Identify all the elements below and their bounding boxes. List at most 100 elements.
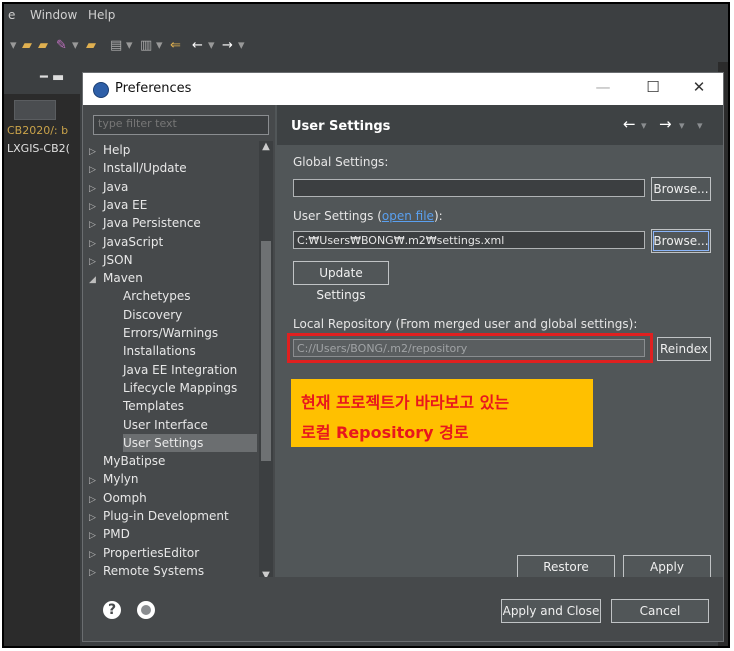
main-toolbar: ▾ ▰ ▰ ✎ ▾ ▰ ▤ ▾ ▥ ▾ ⇐ ← ▾ → ▾ <box>4 28 728 62</box>
minimize-button[interactable]: — <box>593 78 613 96</box>
tree-item[interactable]: Java EE Integration <box>123 361 257 379</box>
preference-page: User Settings ← ▾ → ▾ ▾ Global Settings:… <box>277 105 723 596</box>
toolbar-dropdown-icon[interactable]: ▾ <box>156 38 163 53</box>
collapsed-arrow-icon[interactable]: ▷ <box>89 198 103 216</box>
folder-icon[interactable]: ▰ <box>86 38 96 53</box>
preferences-tree-panel: type filter text ▷ Help ▷ Install/Update ▷ Ja… <box>83 105 275 581</box>
collapsed-arrow-icon[interactable]: ▷ <box>89 491 103 509</box>
collapsed-arrow-icon[interactable]: ▷ <box>89 235 103 253</box>
toolbar-dropdown-icon[interactable]: ▾ <box>238 38 245 53</box>
tree-item[interactable]: ▷ Install/Update <box>89 159 257 177</box>
tree-item-label: MyBatipse <box>103 454 166 469</box>
tree-item[interactable]: ▷ Java EE <box>89 196 257 214</box>
tree-item-label: Archetypes <box>123 289 191 304</box>
chevron-down-icon[interactable]: ▾ <box>641 119 647 132</box>
collapsed-arrow-icon[interactable]: ▷ <box>89 253 103 271</box>
project-item[interactable]: CB2020/: b <box>7 124 77 137</box>
tree-item[interactable]: ▷ PMD <box>89 525 257 543</box>
tree-item[interactable]: ▷ Java Persistence <box>89 214 257 232</box>
edit-icon[interactable]: ▤ <box>110 38 122 53</box>
restore-defaults-button[interactable]: Restore Defaults <box>517 555 615 596</box>
collapsed-arrow-icon[interactable]: ▷ <box>89 143 103 161</box>
tree-item-label: JavaScript <box>103 234 164 249</box>
page-header: User Settings ← ▾ → ▾ ▾ <box>277 105 723 145</box>
maximize-button[interactable]: ☐ <box>643 78 663 96</box>
tree-item[interactable]: ▷ Plug-in Development <box>89 507 257 525</box>
tree-item[interactable]: ▷ Java <box>89 178 257 196</box>
tree-item-label: Discovery <box>123 307 183 322</box>
update-settings-button[interactable]: Update Settings <box>293 261 389 302</box>
expanded-arrow-icon[interactable]: ◢ <box>89 271 103 289</box>
view-toolbar-button[interactable] <box>14 100 56 120</box>
tree-item[interactable]: ▷ Help <box>89 141 257 159</box>
global-settings-label: Global Settings: <box>293 155 389 169</box>
menu-item-file-partial[interactable]: e <box>8 8 15 22</box>
collapsed-arrow-icon[interactable]: ▷ <box>89 180 103 198</box>
tree-item[interactable]: ◢ Maven <box>89 269 257 287</box>
toolbar-dropdown-icon[interactable]: ▾ <box>208 38 215 53</box>
tree-item[interactable]: ▷ Mylyn <box>89 470 257 488</box>
tree-item[interactable]: ▷ Oomph <box>89 489 257 507</box>
tree-item[interactable]: User Interface <box>123 416 257 434</box>
apply-and-close-button[interactable]: Apply and Close <box>501 599 601 623</box>
back-arrow-icon[interactable]: ← <box>192 38 203 53</box>
tree-item[interactable]: Installations <box>123 342 257 360</box>
user-settings-label: User Settings (open file): <box>293 209 443 223</box>
dialog-button-bar: ? Apply and Close Cancel <box>83 577 723 641</box>
menu-item-help[interactable]: Help <box>88 8 115 22</box>
filter-input[interactable]: type filter text <box>93 115 269 135</box>
collapsed-arrow-icon[interactable]: ▷ <box>89 546 103 564</box>
forward-arrow-icon[interactable]: → <box>222 38 233 53</box>
tree-item[interactable]: MyBatipse <box>89 452 257 470</box>
close-button[interactable]: ✕ <box>689 78 709 96</box>
tree-item[interactable]: Discovery <box>123 306 257 324</box>
pin-icon[interactable]: ▥ <box>140 38 152 53</box>
tree-item[interactable]: User Settings <box>123 433 257 452</box>
user-settings-field[interactable]: C:₩Users₩BONG₩.m2₩settings.xml <box>293 231 645 249</box>
new-folder-icon[interactable]: ▰ <box>38 38 48 53</box>
minimize-icon[interactable]: ━ ▬ <box>40 70 64 85</box>
last-edit-icon[interactable]: ⇐ <box>170 38 181 53</box>
chevron-down-icon[interactable]: ▾ <box>679 119 685 132</box>
tree-item-label: User Settings <box>123 435 204 450</box>
collapsed-arrow-icon[interactable]: ▷ <box>89 161 103 179</box>
global-settings-field[interactable] <box>293 179 645 197</box>
tree-item[interactable]: ▷ JavaScript <box>89 233 257 251</box>
open-folder-icon[interactable]: ▰ <box>22 38 32 53</box>
annotation-callout: 현재 프로젝트가 바라보고 있는 로컬 Repository 경로 <box>291 379 593 447</box>
tree-item-label: Java Persistence <box>103 216 201 231</box>
browse-global-button[interactable]: Browse... <box>651 177 711 201</box>
tree-item[interactable]: Errors/Warnings <box>123 324 257 342</box>
menu-item-window[interactable]: Window <box>30 8 77 22</box>
reindex-button[interactable]: Reindex <box>657 337 711 361</box>
collapsed-arrow-icon[interactable]: ▷ <box>89 509 103 527</box>
toolbar-dropdown-icon[interactable]: ▾ <box>10 38 17 53</box>
tree-item[interactable]: ▷ PropertiesEditor <box>89 544 257 562</box>
tree-item[interactable]: Lifecycle Mappings <box>123 379 257 397</box>
tree-item[interactable]: Archetypes <box>123 287 257 305</box>
tree-item[interactable]: Templates <box>123 397 257 415</box>
toolbar-dropdown-icon[interactable]: ▾ <box>126 38 133 53</box>
collapsed-arrow-icon[interactable]: ▷ <box>89 527 103 545</box>
collapsed-arrow-icon[interactable]: ▷ <box>89 216 103 234</box>
cancel-button[interactable]: Cancel <box>611 599 709 623</box>
project-item[interactable]: LXGIS-CB2( <box>7 142 77 155</box>
forward-arrow-icon[interactable]: → <box>659 115 672 133</box>
toolbar-dropdown-icon[interactable]: ▾ <box>72 38 79 53</box>
tree-item[interactable]: ▷ JSON <box>89 251 257 269</box>
record-icon[interactable] <box>137 601 155 619</box>
back-arrow-icon[interactable]: ← <box>623 115 636 133</box>
scroll-up-icon[interactable]: ▲ <box>259 141 273 152</box>
help-icon[interactable]: ? <box>103 601 121 619</box>
menu-icon[interactable]: ▾ <box>697 119 703 132</box>
tree-item-label: Maven <box>103 271 143 286</box>
tree-scrollbar[interactable]: ▲ ▼ <box>259 141 273 581</box>
brush-icon[interactable]: ✎ <box>56 38 67 53</box>
tree-item-label: Install/Update <box>103 161 187 176</box>
collapsed-arrow-icon[interactable]: ▷ <box>89 472 103 490</box>
scroll-thumb[interactable] <box>261 241 271 461</box>
browse-user-button[interactable]: Browse... <box>651 229 711 253</box>
apply-button[interactable]: Apply <box>623 555 711 579</box>
open-file-link[interactable]: open file <box>382 209 434 223</box>
annotation-line-1: 현재 프로젝트가 바라보고 있는 <box>301 393 510 412</box>
